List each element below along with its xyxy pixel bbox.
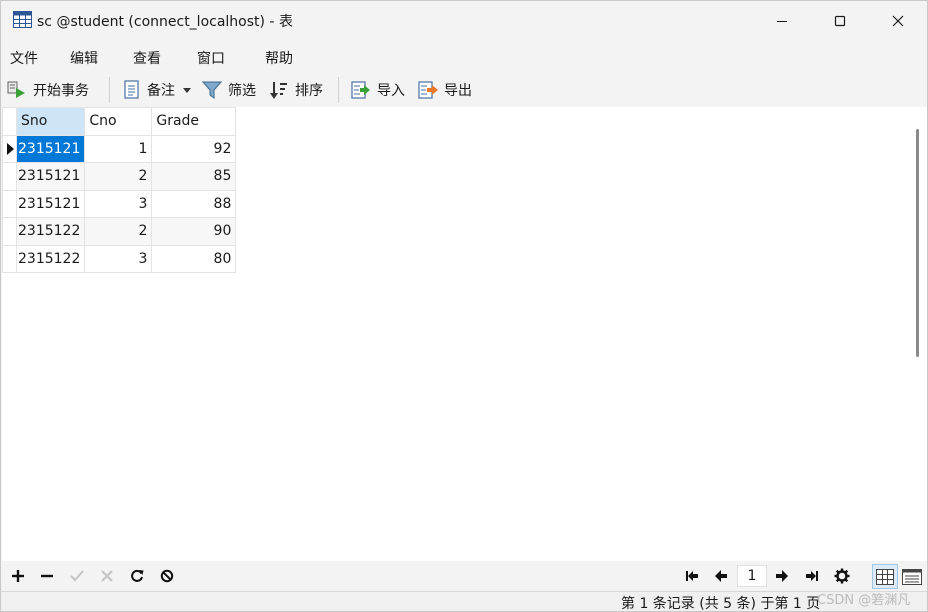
export-icon — [418, 81, 438, 99]
filter-button[interactable]: 筛选 — [202, 78, 256, 102]
column-header-grade[interactable]: Grade — [151, 107, 237, 136]
row-indicator — [2, 189, 17, 218]
maximize-button[interactable] — [811, 1, 869, 41]
cell-grade[interactable]: 80 — [151, 244, 237, 273]
row-pointer-icon — [7, 142, 14, 155]
apply-changes-button[interactable] — [68, 567, 86, 585]
table-grid-icon — [13, 11, 32, 28]
row-indicator — [2, 244, 17, 273]
stop-icon — [160, 569, 174, 583]
table-row[interactable]: 2315121 2 85 — [2, 162, 237, 191]
last-page-icon — [806, 571, 818, 581]
refresh-icon — [131, 569, 144, 582]
previous-page-button[interactable] — [712, 567, 730, 585]
toolbar-separator — [338, 77, 339, 103]
record-nav-bar: 1 — [1, 561, 927, 591]
data-grid-area: Sno Cno Grade 2315121 1 92 2315121 2 85 — [2, 107, 908, 561]
grid-view-button[interactable] — [872, 564, 898, 589]
maximize-icon — [834, 15, 846, 27]
menu-bar: 文件 编辑 查看 窗口 帮助 — [1, 41, 927, 73]
data-grid: Sno Cno Grade 2315121 1 92 2315121 2 85 — [2, 107, 237, 273]
filter-icon — [202, 81, 222, 99]
first-page-button[interactable] — [683, 567, 701, 585]
watermark: CSDN @箬渊凡 — [817, 593, 911, 608]
menu-view[interactable]: 查看 — [133, 48, 161, 68]
cell-cno[interactable]: 3 — [84, 189, 153, 218]
gear-icon — [834, 568, 850, 584]
cell-sno[interactable]: 2315121 — [15, 162, 86, 191]
cell-sno[interactable]: 2315121 — [15, 134, 86, 163]
close-button[interactable] — [869, 1, 927, 41]
arrow-left-icon — [715, 570, 727, 582]
record-status-text: 第 1 条记录 (共 5 条) 于第 1 页 — [621, 596, 821, 612]
form-view-button[interactable] — [899, 564, 925, 589]
table-row[interactable]: 2315122 3 80 — [2, 244, 237, 273]
menu-help[interactable]: 帮助 — [265, 48, 293, 68]
cell-sno[interactable]: 2315122 — [15, 244, 86, 273]
scrollbar-thumb[interactable] — [916, 129, 919, 357]
menu-edit[interactable]: 编辑 — [70, 48, 98, 68]
add-record-button[interactable] — [9, 567, 27, 585]
table-row[interactable]: 2315122 2 90 — [2, 217, 237, 246]
toolbar: 开始事务 备注 筛选 排序 导入 导出 — [1, 73, 927, 107]
begin-transaction-icon — [7, 81, 25, 98]
arrow-right-icon — [776, 570, 788, 582]
memo-icon — [124, 80, 139, 99]
row-indicator-header — [2, 107, 17, 136]
status-bar: 第 1 条记录 (共 5 条) 于第 1 页 — [1, 591, 927, 612]
cell-grade[interactable]: 85 — [151, 162, 237, 191]
cell-sno[interactable]: 2315122 — [15, 217, 86, 246]
delete-record-button[interactable] — [38, 567, 56, 585]
column-header-cno[interactable]: Cno — [84, 107, 153, 136]
minimize-button[interactable] — [753, 1, 811, 41]
cell-grade[interactable]: 90 — [151, 217, 237, 246]
cell-cno[interactable]: 3 — [84, 244, 153, 273]
export-button[interactable]: 导出 — [418, 78, 472, 102]
grid-view-icon — [876, 568, 894, 585]
import-icon — [351, 81, 370, 99]
cell-grade[interactable]: 92 — [151, 134, 237, 163]
menu-file[interactable]: 文件 — [10, 48, 38, 68]
window-title: sc @student (connect_localhost) - 表 — [37, 14, 293, 30]
stop-button[interactable] — [158, 567, 176, 585]
menu-window[interactable]: 窗口 — [197, 48, 225, 68]
close-icon — [892, 15, 904, 27]
minimize-icon — [777, 21, 787, 22]
app-window: sc @student (connect_localhost) - 表 文件 编… — [0, 0, 928, 612]
minus-icon — [41, 574, 53, 578]
table-row[interactable]: 2315121 1 92 — [2, 134, 237, 163]
column-header-sno[interactable]: Sno — [15, 107, 86, 136]
settings-button[interactable] — [833, 567, 851, 585]
cell-cno[interactable]: 2 — [84, 217, 153, 246]
chevron-down-icon[interactable] — [183, 87, 191, 93]
import-button[interactable]: 导入 — [351, 78, 405, 102]
form-view-icon — [902, 568, 922, 585]
toolbar-separator — [109, 77, 110, 103]
cell-cno[interactable]: 2 — [84, 162, 153, 191]
cell-sno[interactable]: 2315121 — [15, 189, 86, 218]
begin-transaction-button[interactable]: 开始事务 — [7, 78, 89, 102]
refresh-button[interactable] — [128, 567, 146, 585]
discard-changes-button[interactable] — [98, 567, 116, 585]
cell-grade[interactable]: 88 — [151, 189, 237, 218]
sort-button[interactable]: 排序 — [269, 78, 323, 102]
plus-icon — [12, 570, 24, 582]
title-bar: sc @student (connect_localhost) - 表 — [1, 1, 927, 41]
memo-button[interactable]: 备注 — [123, 78, 191, 102]
last-page-button[interactable] — [803, 567, 821, 585]
table-row[interactable]: 2315121 3 88 — [2, 189, 237, 218]
check-icon — [70, 570, 84, 582]
current-row-indicator — [2, 134, 17, 163]
vertical-scrollbar[interactable] — [908, 107, 927, 561]
x-icon — [101, 570, 113, 582]
first-page-icon — [686, 571, 698, 581]
row-indicator — [2, 162, 17, 191]
row-indicator — [2, 217, 17, 246]
cell-cno[interactable]: 1 — [84, 134, 153, 163]
next-page-button[interactable] — [773, 567, 791, 585]
sort-icon — [270, 82, 287, 99]
page-number-input[interactable]: 1 — [737, 565, 767, 587]
